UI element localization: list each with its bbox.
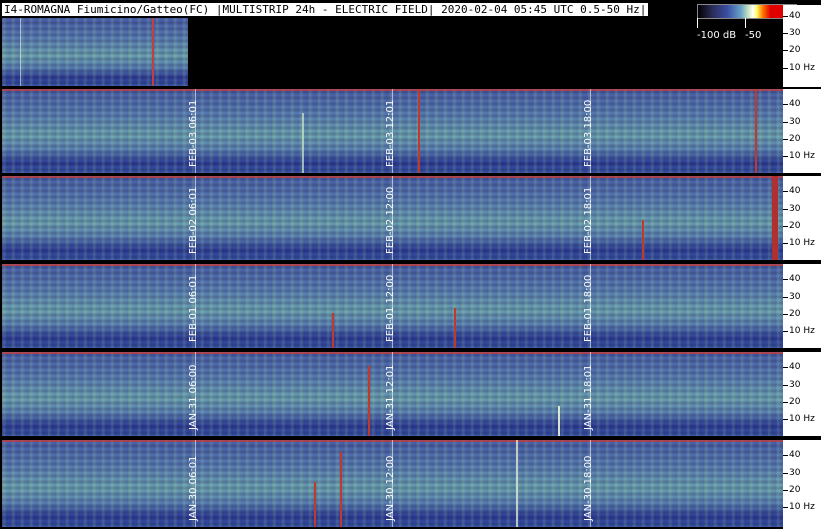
frequency-axis: 40 30 20 10 Hz — [783, 264, 821, 348]
time-label: FEB-03 18:00 — [583, 99, 594, 167]
time-label: FEB-01 18:00 — [583, 274, 594, 342]
time-label: FEB-02 06:01 — [188, 186, 199, 254]
time-label: FEB-01 06:01 — [188, 274, 199, 342]
time-label: FEB-02 12:00 — [385, 186, 396, 254]
spectrogram-strip: JAN-30 06:01 JAN-30 12:00 JAN-30 18:00 — [2, 440, 783, 527]
time-label: JAN-30 18:00 — [583, 455, 594, 521]
frequency-axis-top: 40 30 20 10 Hz — [783, 5, 821, 87]
spectrogram-strip: JAN-31 06:00 JAN-31 12:01 JAN-31 18:01 — [2, 352, 783, 436]
time-label: JAN-31 06:00 — [188, 364, 199, 430]
time-label: JAN-30 06:01 — [188, 455, 199, 521]
page-title: I4-ROMAGNA Fiumicino/Gatteo(FC) |MULTIST… — [2, 3, 649, 16]
colorbar-tick — [697, 18, 698, 28]
spectrogram-strip-current — [2, 18, 188, 86]
spectrogram-strip: FEB-03 06:01 FEB-03 12:01 FEB-03 18:00 — [2, 89, 783, 173]
spectrogram-strip: FEB-02 06:01 FEB-02 12:00 FEB-02 18:01 — [2, 176, 783, 260]
time-label: JAN-30 12:00 — [385, 455, 396, 521]
spectrogram-strip: FEB-01 06:01 FEB-01 12:00 FEB-01 18:00 — [2, 264, 783, 348]
frequency-axis: 40 30 20 10 Hz — [783, 440, 821, 529]
frequency-axis: 40 30 20 10 Hz — [783, 89, 821, 173]
colorbar-tick — [745, 18, 746, 28]
time-label: FEB-02 18:01 — [583, 186, 594, 254]
time-label: FEB-03 06:01 — [188, 99, 199, 167]
colorbar-label-mid: -50 — [745, 30, 762, 41]
time-label: FEB-03 12:01 — [385, 99, 396, 167]
time-label: FEB-01 12:00 — [385, 274, 396, 342]
colorbar-label-min: -100 dB — [697, 30, 737, 41]
frequency-axis: 40 30 20 10 Hz — [783, 352, 821, 436]
frequency-axis: 40 30 20 10 Hz — [783, 176, 821, 260]
time-label: JAN-31 18:01 — [583, 364, 594, 430]
time-label: JAN-31 12:01 — [385, 364, 396, 430]
colorbar-scale — [697, 4, 797, 19]
